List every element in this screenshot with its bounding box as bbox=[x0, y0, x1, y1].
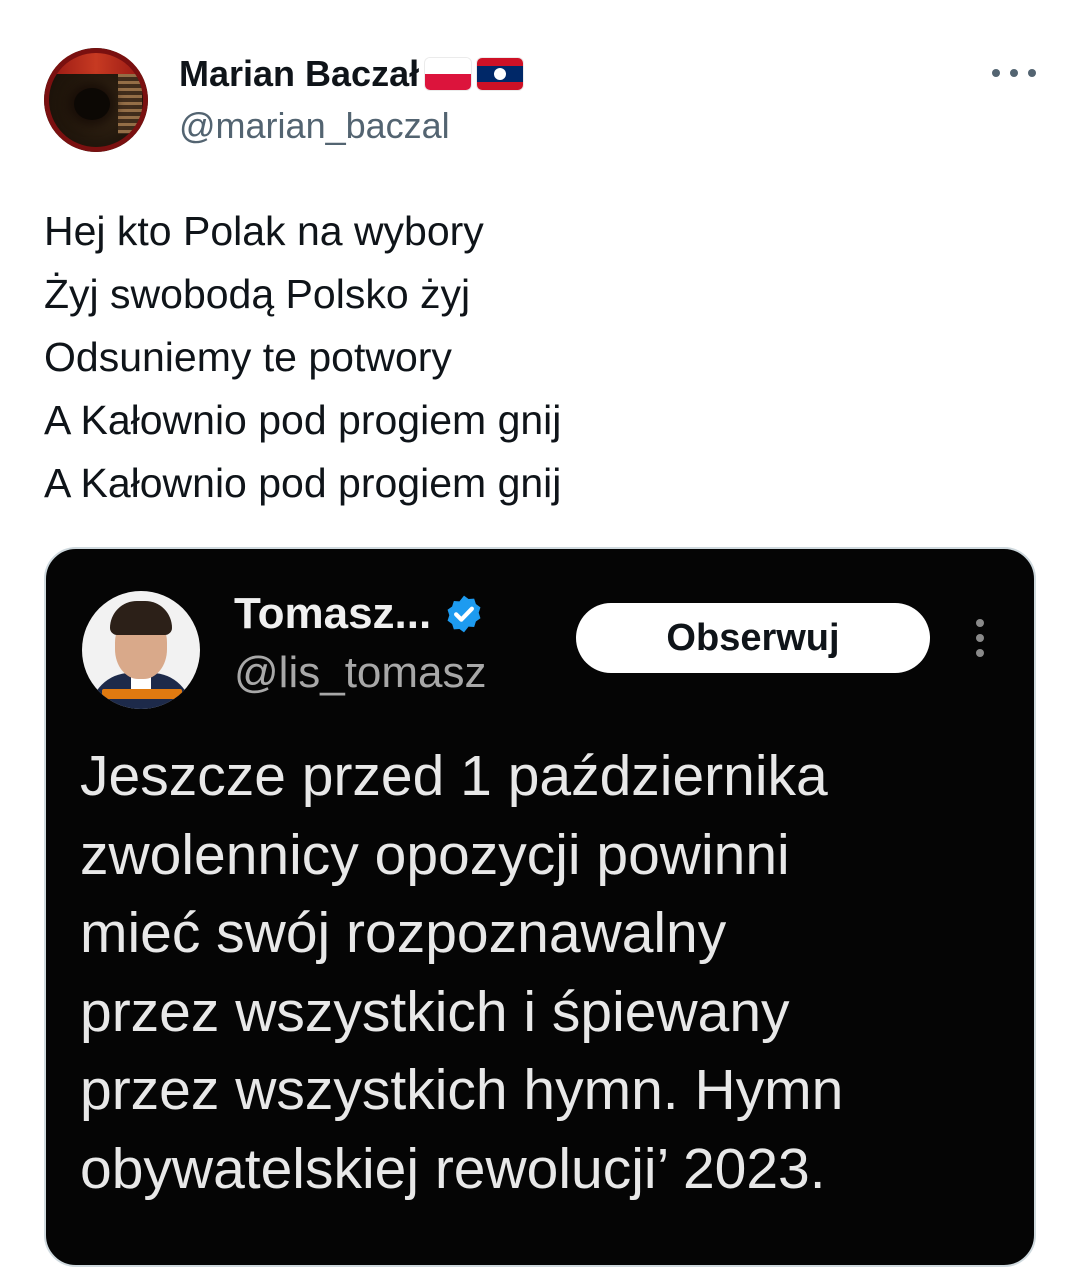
embedded-text-line: przez wszystkich i śpiewany bbox=[80, 979, 790, 1044]
more-vertical-icon bbox=[974, 619, 986, 657]
verified-badge-icon bbox=[447, 595, 481, 633]
author-handle[interactable]: @marian_baczal bbox=[179, 104, 450, 148]
embedded-text-line: Jeszcze przed 1 października bbox=[80, 744, 828, 808]
tweet-text-line: A Kałownio pod progiem gnij bbox=[44, 397, 562, 443]
tweet-text: Hej kto Polak na wybory Żyj swobodą Pols… bbox=[44, 200, 1024, 515]
author-avatar[interactable] bbox=[44, 48, 148, 152]
tweet-text-line: A Kałownio pod progiem gnij bbox=[44, 460, 562, 506]
embedded-text-line: zwolennicy opozycji powinni bbox=[80, 822, 790, 887]
tweet-text-line: Żyj swobodą Polsko żyj bbox=[44, 271, 471, 317]
embedded-tweet-text: Jeszcze przed 1 października zwolennicy … bbox=[80, 737, 980, 1208]
author-name-row: Marian Baczał bbox=[179, 52, 524, 96]
embedded-text-line: przez wszystkich hymn. Hymn bbox=[80, 1058, 844, 1122]
flag-laos-icon bbox=[477, 58, 524, 90]
embedded-author-avatar bbox=[82, 591, 200, 709]
embedded-text-line: mieć swój rozpoznawalny bbox=[80, 901, 727, 965]
embedded-author-handle: @lis_tomasz bbox=[234, 648, 487, 697]
follow-button: Obserwuj bbox=[576, 603, 930, 673]
attached-image[interactable]: Tomasz... @lis_tomasz Obserwuj Jeszcze p… bbox=[44, 547, 1036, 1267]
embedded-author-name: Tomasz... bbox=[234, 589, 432, 638]
flag-poland-icon bbox=[425, 58, 472, 90]
more-horizontal-icon[interactable] bbox=[992, 58, 1036, 88]
tweet-text-line: Hej kto Polak na wybory bbox=[44, 208, 484, 254]
embedded-author-name-row: Tomasz... bbox=[234, 589, 485, 639]
embedded-text-line: obywatelskiej rewolucji’ 2023. bbox=[80, 1136, 826, 1201]
tweet-text-line: Odsuniemy te potwory bbox=[44, 334, 452, 380]
author-name[interactable]: Marian Baczał bbox=[179, 52, 419, 96]
